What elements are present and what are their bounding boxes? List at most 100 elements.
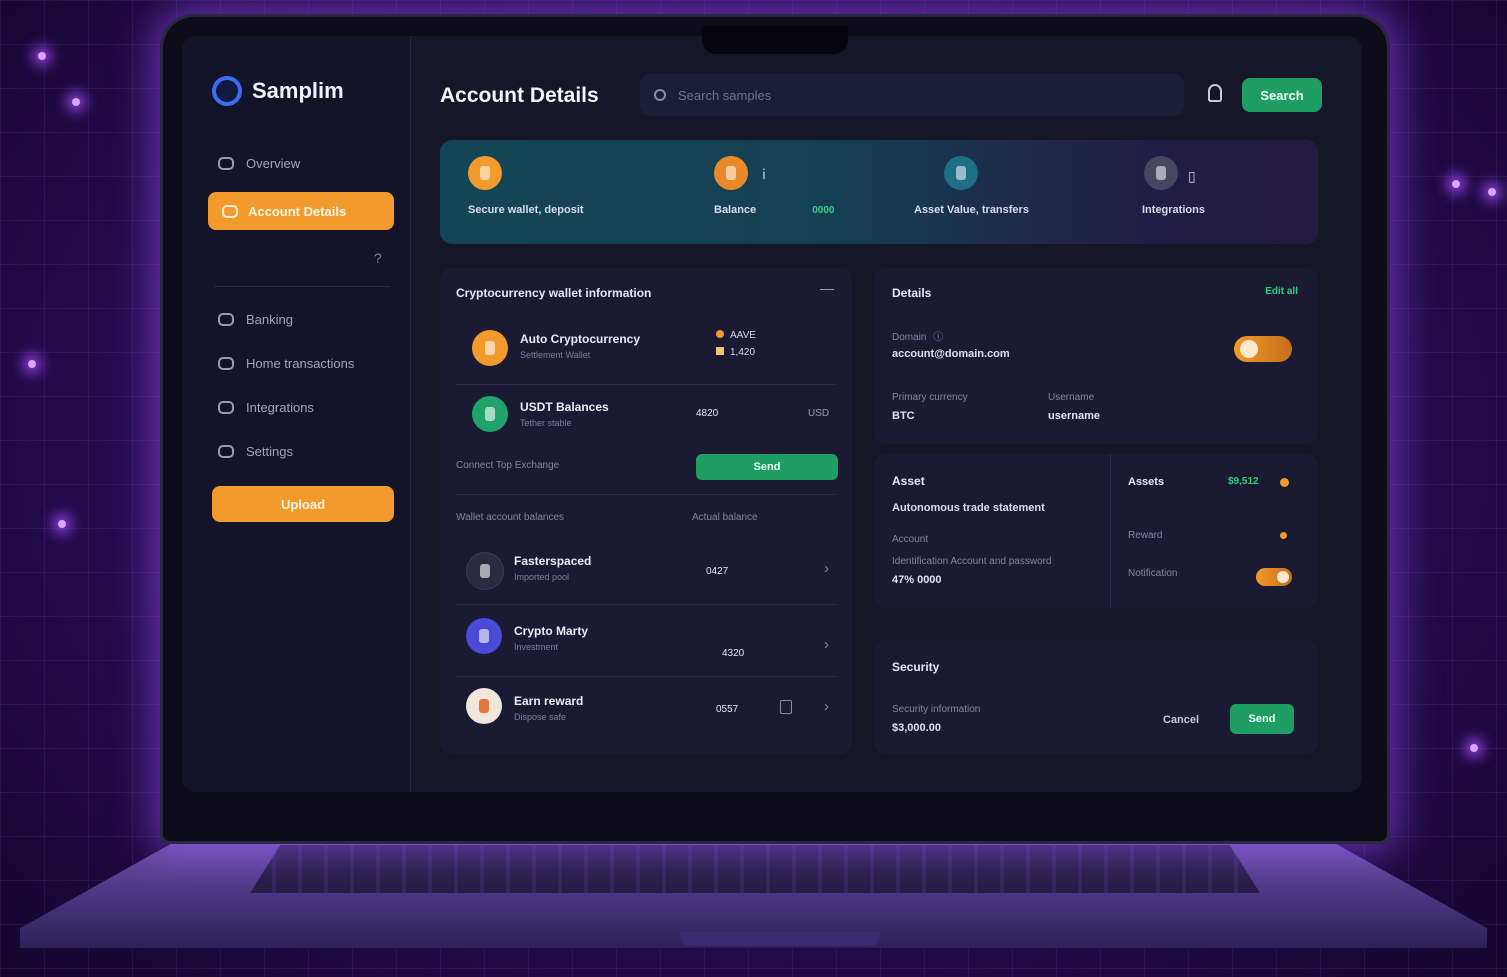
stat-secure-wallet[interactable]: Secure wallet, deposit (468, 156, 584, 216)
sidebar-item-label: Overview (246, 156, 301, 171)
card-subtitle: Autonomous trade statement (892, 502, 1045, 514)
details-card: Details Edit all Domain ⓘ account@domain… (874, 268, 1318, 444)
send-button[interactable]: Send (696, 454, 838, 480)
row-sub: Dispose safe (514, 712, 567, 722)
row-sub: Investment (514, 642, 559, 652)
glow-dot (28, 360, 36, 368)
stat-balance-row: Balance 0000 (714, 204, 834, 216)
table-row[interactable]: Fasterspaced Imported pool (514, 554, 591, 582)
field-value: BTC (892, 410, 915, 422)
status-dot (1280, 532, 1287, 539)
collapse-icon[interactable]: — (820, 280, 834, 296)
stat-label: Asset Value, transfers (914, 204, 1029, 216)
stat-label: Integrations (1142, 204, 1205, 216)
brand[interactable]: Samplim (212, 76, 344, 106)
info-icon[interactable]: ⅰ (762, 166, 766, 183)
divider (456, 384, 836, 385)
stat-integrations[interactable]: Integrations (1142, 156, 1205, 216)
glow-dot (38, 52, 46, 60)
row-value: 0427 (706, 566, 729, 577)
stat-balance[interactable]: Balance 0000 (714, 156, 834, 216)
list-header-right: Actual balance (692, 512, 758, 523)
reward-icon (466, 688, 502, 724)
details-toggle[interactable] (1234, 336, 1292, 362)
holding-row[interactable]: Auto Cryptocurrency Settlement Wallet (520, 332, 640, 360)
search-input[interactable] (676, 86, 1120, 104)
chevron-right-icon[interactable]: › (824, 560, 829, 577)
row-name: Crypto Marty (514, 624, 589, 638)
search-button[interactable]: Search (1242, 78, 1322, 112)
sidebar-item-overview[interactable]: Overview (218, 156, 300, 171)
holding-row[interactable]: USDT Balances Tether stable (520, 400, 609, 428)
field-value: account@domain.com (892, 348, 1010, 360)
holding-tags: AAVE 1,420 (716, 330, 756, 358)
gear-icon (218, 445, 234, 458)
table-row[interactable]: Crypto Marty Investment (514, 624, 588, 652)
chevron-right-icon[interactable]: › (824, 636, 829, 653)
field-label: Username (1048, 392, 1095, 403)
row-name: Fasterspaced (514, 554, 592, 568)
table-row[interactable]: Earn reward Dispose safe (514, 694, 583, 722)
field-value: username (1048, 410, 1100, 422)
laptop-keyboard (250, 845, 1260, 893)
brand-logo-icon (212, 76, 242, 106)
help-mark[interactable]: ? (374, 250, 382, 266)
divider (456, 494, 836, 495)
square-icon (716, 347, 724, 355)
sidebar-item-banking[interactable]: Banking (218, 312, 293, 327)
status-dot (1280, 478, 1289, 487)
bank-icon (218, 313, 234, 326)
stat-label: Balance (714, 204, 757, 216)
holding-unit: USD (808, 408, 830, 419)
document-icon[interactable]: ▯ (1188, 168, 1196, 185)
sidebar-item-settings[interactable]: Settings (218, 444, 293, 459)
chat-icon (218, 157, 234, 170)
card-title: Security (892, 660, 940, 674)
chevron-right-icon[interactable]: › (824, 698, 829, 715)
field-label: Identification Account and password (892, 556, 1052, 567)
home-icon (218, 357, 234, 370)
sidebar: Samplim Overview Account Details ? Banki… (182, 36, 411, 792)
edit-link[interactable]: Edit all (1265, 286, 1298, 297)
holding-value: 4820 (696, 408, 719, 419)
sidebar-item-home-transactions[interactable]: Home transactions (218, 356, 354, 371)
card-title: Asset (892, 474, 925, 488)
sidebar-item-integrations[interactable]: Integrations (218, 400, 314, 415)
holding-name: USDT Balances (520, 400, 609, 414)
droplet-icon (944, 156, 978, 190)
row-value: 0557 (716, 704, 739, 715)
card-title: Cryptocurrency wallet information (456, 286, 652, 300)
notification-toggle[interactable] (1256, 568, 1292, 586)
bell-icon[interactable] (1208, 84, 1222, 102)
glow-dot (58, 520, 66, 528)
cancel-button[interactable]: Cancel (1146, 706, 1216, 734)
tether-icon (472, 396, 508, 432)
holding-sub: Settlement Wallet (520, 350, 591, 360)
row-sub: Imported pool (514, 572, 570, 582)
divider (456, 676, 836, 677)
sidebar-item-account-details[interactable]: Account Details (208, 192, 394, 230)
page-title: Account Details (440, 84, 599, 107)
sidebar-item-label: Settings (246, 444, 293, 459)
stat-asset-value[interactable]: Asset Value, transfers (914, 156, 1029, 216)
field-label: Notification (1128, 568, 1178, 579)
field-label: Security information (892, 704, 981, 715)
assets-value: $9,512 (1228, 476, 1259, 487)
search-bar[interactable] (640, 74, 1184, 116)
wallet-icon (222, 204, 238, 218)
row-value: 4320 (722, 648, 745, 659)
wallet-card: Cryptocurrency wallet information — Auto… (440, 268, 852, 754)
stat-change: 0000 (812, 204, 835, 216)
holding-name: Auto Cryptocurrency (520, 332, 641, 346)
plug-icon (218, 401, 234, 414)
field-value: $3,000.00 (892, 722, 941, 734)
copy-icon[interactable] (780, 700, 792, 714)
stats-strip: Secure wallet, deposit Balance 0000 ⅰ As… (440, 140, 1318, 244)
tag: 1,420 (716, 347, 756, 358)
sidebar-upload-button[interactable]: Upload (212, 486, 394, 522)
token-icon (466, 618, 502, 654)
send-button[interactable]: Send (1230, 704, 1294, 734)
field-label: Account (892, 534, 929, 545)
assets-title: Assets (1128, 476, 1165, 488)
search-icon (654, 89, 666, 101)
